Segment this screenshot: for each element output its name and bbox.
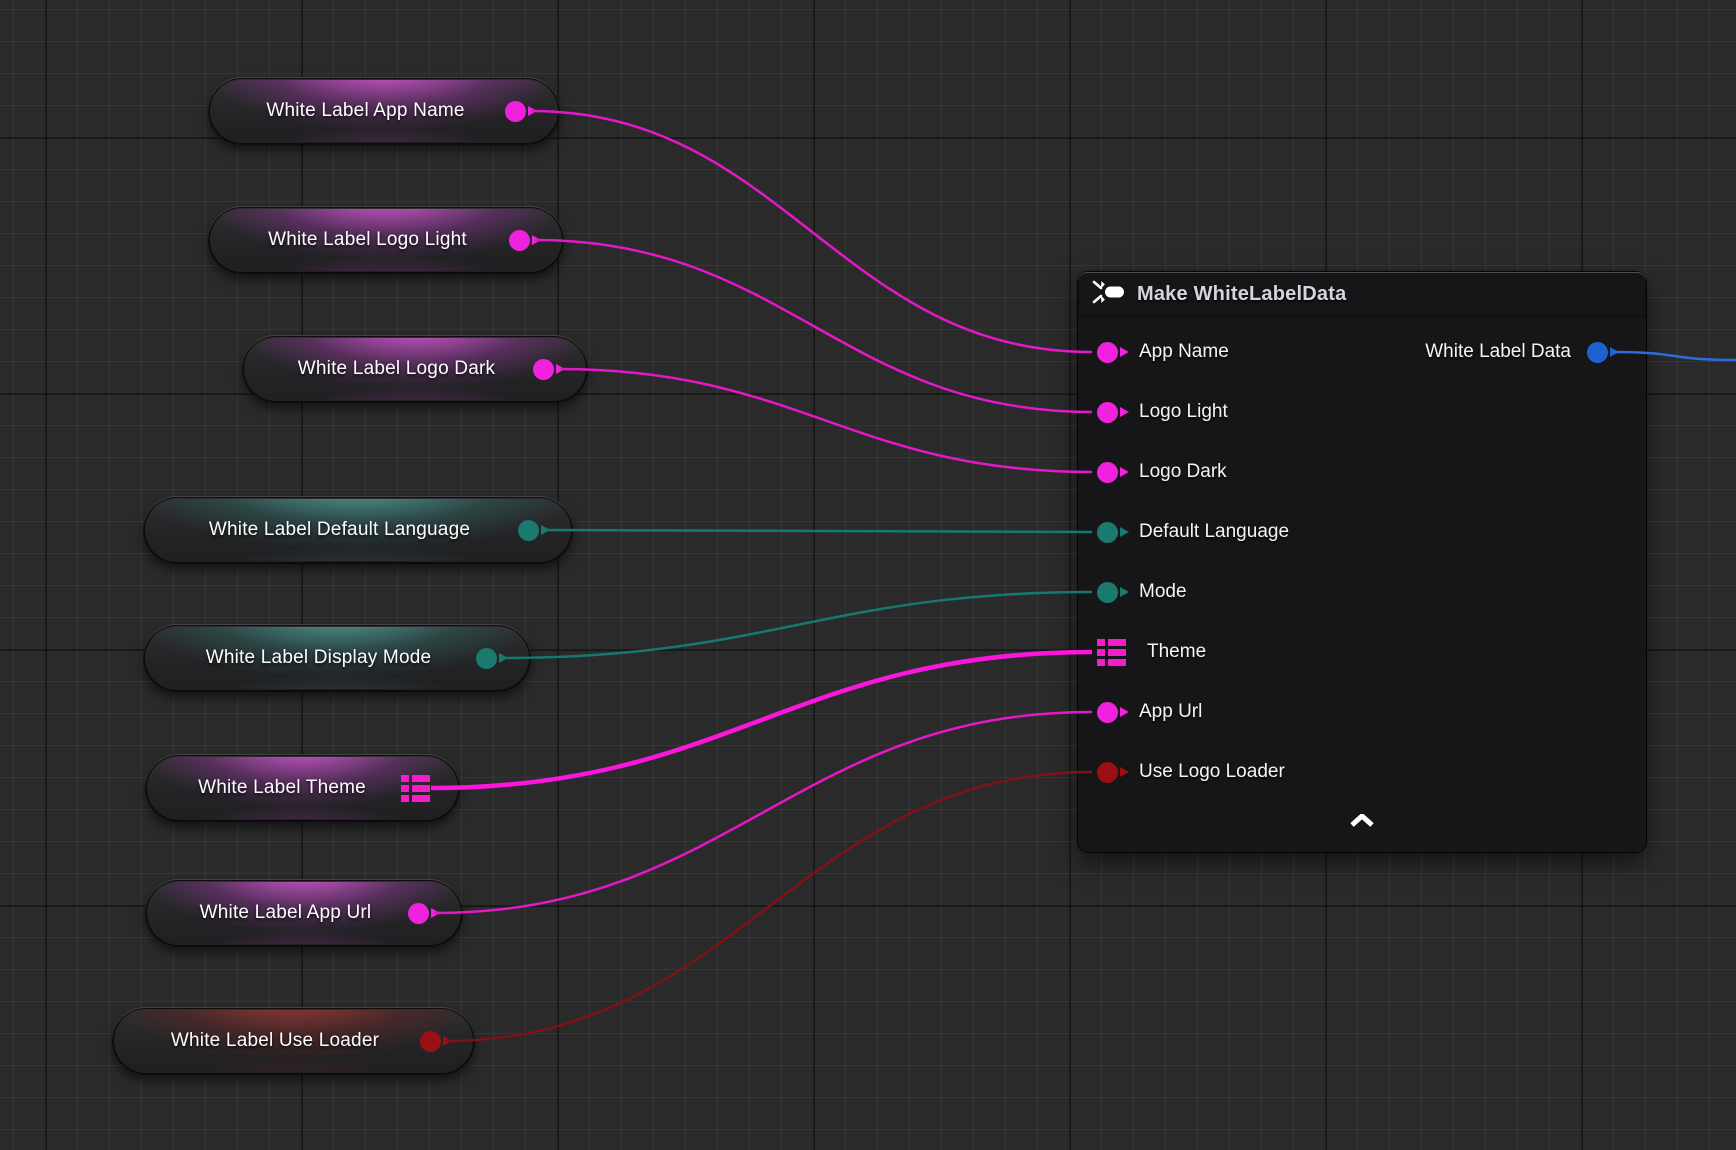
variable-node-label: White Label Logo Dark [242, 358, 533, 380]
make-node-header[interactable]: Make WhiteLabelData [1078, 272, 1646, 317]
output-pin-label: White Label Data [1425, 341, 1571, 363]
input-pin[interactable] [1097, 342, 1118, 363]
variable-node-white-label-app-url[interactable]: White Label App Url [145, 879, 463, 947]
input-pin-row-logo-light: Logo Light [1097, 390, 1228, 434]
input-pin[interactable] [1097, 402, 1118, 423]
input-pin[interactable] [1097, 702, 1118, 723]
input-pin-row-app-url: App Url [1097, 690, 1202, 734]
variable-output-pin[interactable] [505, 101, 526, 122]
input-struct-pin[interactable] [1097, 639, 1126, 666]
input-pin-label: App Name [1139, 341, 1229, 363]
input-pin[interactable] [1097, 582, 1118, 603]
variable-output-pin[interactable] [408, 903, 429, 924]
node-title: Make WhiteLabelData [1137, 283, 1346, 306]
variable-node-white-label-theme[interactable]: White Label Theme [145, 754, 460, 822]
input-pin-label: Default Language [1139, 521, 1289, 543]
input-pin[interactable] [1097, 762, 1118, 783]
variable-node-label: White Label Logo Light [208, 229, 509, 251]
input-pin-row-theme: Theme [1097, 630, 1206, 674]
variable-node-white-label-display-mode[interactable]: White Label Display Mode [143, 624, 531, 692]
variable-node-white-label-logo-light[interactable]: White Label Logo Light [208, 206, 564, 274]
node-layer: White Label App Name White Label Logo Lig… [0, 0, 1736, 1150]
variable-output-pin[interactable] [420, 1031, 441, 1052]
variable-node-label: White Label Default Language [143, 519, 518, 541]
variable-output-pin[interactable] [533, 359, 554, 380]
variable-output-pin[interactable] [509, 230, 530, 251]
output-pin[interactable] [1587, 342, 1608, 363]
input-pin[interactable] [1097, 522, 1118, 543]
input-pin-label: App Url [1139, 701, 1202, 723]
input-pin-label: Use Logo Loader [1139, 761, 1285, 783]
input-pin-label: Theme [1147, 641, 1206, 663]
variable-node-label: White Label Theme [145, 777, 401, 799]
make-whitelabeldata-node[interactable]: Make WhiteLabelData App Name Logo Light Log… [1078, 272, 1646, 852]
variable-output-struct-pin[interactable] [401, 775, 430, 802]
variable-node-white-label-logo-dark[interactable]: White Label Logo Dark [242, 335, 588, 403]
chevron-up-icon [1350, 814, 1374, 830]
variable-output-pin[interactable] [476, 648, 497, 669]
variable-node-label: White Label Display Mode [143, 647, 476, 669]
variable-node-white-label-app-name[interactable]: White Label App Name [208, 77, 560, 145]
input-pin-row-mode: Mode [1097, 570, 1187, 614]
input-pin-label: Logo Light [1139, 401, 1228, 423]
blueprint-graph-canvas[interactable]: White Label App Name White Label Logo Lig… [0, 0, 1736, 1150]
input-pin-label: Logo Dark [1139, 461, 1227, 483]
input-pin-label: Mode [1139, 581, 1187, 603]
make-struct-icon [1092, 279, 1126, 310]
variable-node-white-label-use-loader[interactable]: White Label Use Loader [112, 1007, 475, 1075]
output-pin-row: White Label Data [1425, 330, 1608, 374]
input-pin-row-use-logo-loader: Use Logo Loader [1097, 750, 1285, 794]
variable-output-pin[interactable] [518, 520, 539, 541]
variable-node-label: White Label App Name [208, 100, 505, 122]
input-pin-row-default-language: Default Language [1097, 510, 1289, 554]
variable-node-label: White Label Use Loader [112, 1030, 420, 1052]
input-pin[interactable] [1097, 462, 1118, 483]
input-pin-row-logo-dark: Logo Dark [1097, 450, 1227, 494]
variable-node-white-label-default-language[interactable]: White Label Default Language [143, 496, 573, 564]
input-pin-row-app-name: App Name [1097, 330, 1229, 374]
variable-node-label: White Label App Url [145, 902, 408, 924]
collapse-node-button[interactable] [1342, 807, 1382, 837]
